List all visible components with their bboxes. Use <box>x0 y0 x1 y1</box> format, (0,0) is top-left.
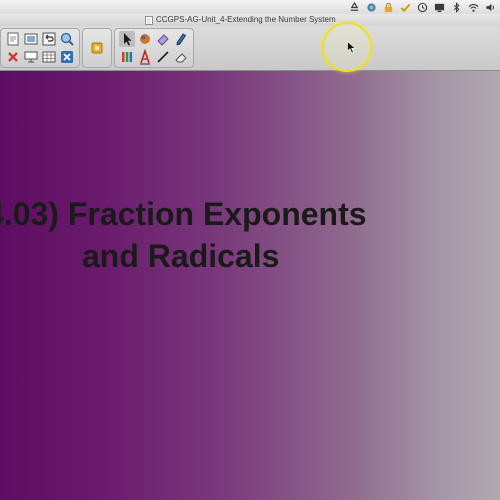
volume-icon[interactable] <box>485 2 496 13</box>
time-machine-icon[interactable] <box>417 2 428 13</box>
menu-bar-status-icons <box>349 0 496 14</box>
fill-icon[interactable] <box>137 31 153 47</box>
markers-icon[interactable] <box>119 49 135 65</box>
lock-page-icon[interactable] <box>89 40 105 56</box>
display-icon[interactable] <box>434 2 445 13</box>
toolbar <box>0 26 500 71</box>
screen: CCGPS-AG-Unit_4-Extending the Number Sys… <box>0 0 500 500</box>
menu-bar <box>0 0 500 15</box>
pen-icon[interactable] <box>173 31 189 47</box>
image-icon[interactable] <box>23 31 39 47</box>
slide-title: 4.03) Fraction Exponents and Radicals <box>0 193 500 277</box>
slide-title-line-1: 4.03) Fraction Exponents <box>0 196 367 232</box>
document-icon <box>145 15 153 25</box>
line-icon[interactable] <box>155 49 171 65</box>
new-page-icon[interactable] <box>5 31 21 47</box>
checkmark-icon[interactable] <box>400 2 411 13</box>
toolbar-drawing-group <box>114 28 194 68</box>
delete-icon[interactable] <box>5 49 21 65</box>
undo-icon[interactable] <box>41 31 57 47</box>
slide-title-line-2: and Radicals <box>82 238 280 274</box>
bluetooth-icon[interactable] <box>451 1 462 13</box>
select-arrow-icon[interactable] <box>119 31 135 47</box>
zoom-icon[interactable] <box>59 31 75 47</box>
slide-canvas[interactable]: 4.03) Fraction Exponents and Radicals <box>0 71 500 500</box>
window-title-bar[interactable]: CCGPS-AG-Unit_4-Extending the Number Sys… <box>0 14 500 26</box>
sync-icon[interactable] <box>366 2 377 13</box>
toolbar-lock-group <box>82 28 112 68</box>
lock-icon[interactable] <box>383 2 394 13</box>
close-box-icon[interactable] <box>59 49 75 65</box>
eraser-icon[interactable] <box>155 31 171 47</box>
window-title-text: CCGPS-AG-Unit_4-Extending the Number Sys… <box>156 15 336 24</box>
toolbar-page-group <box>0 28 80 68</box>
recycle-icon[interactable] <box>349 1 360 13</box>
text-icon[interactable] <box>137 49 153 65</box>
window-title: CCGPS-AG-Unit_4-Extending the Number Sys… <box>145 14 336 26</box>
mouse-cursor-icon <box>347 41 356 54</box>
table-icon[interactable] <box>41 49 57 65</box>
shape-eraser-icon[interactable] <box>173 49 189 65</box>
screen-icon[interactable] <box>23 49 39 65</box>
wifi-icon[interactable] <box>468 2 479 13</box>
